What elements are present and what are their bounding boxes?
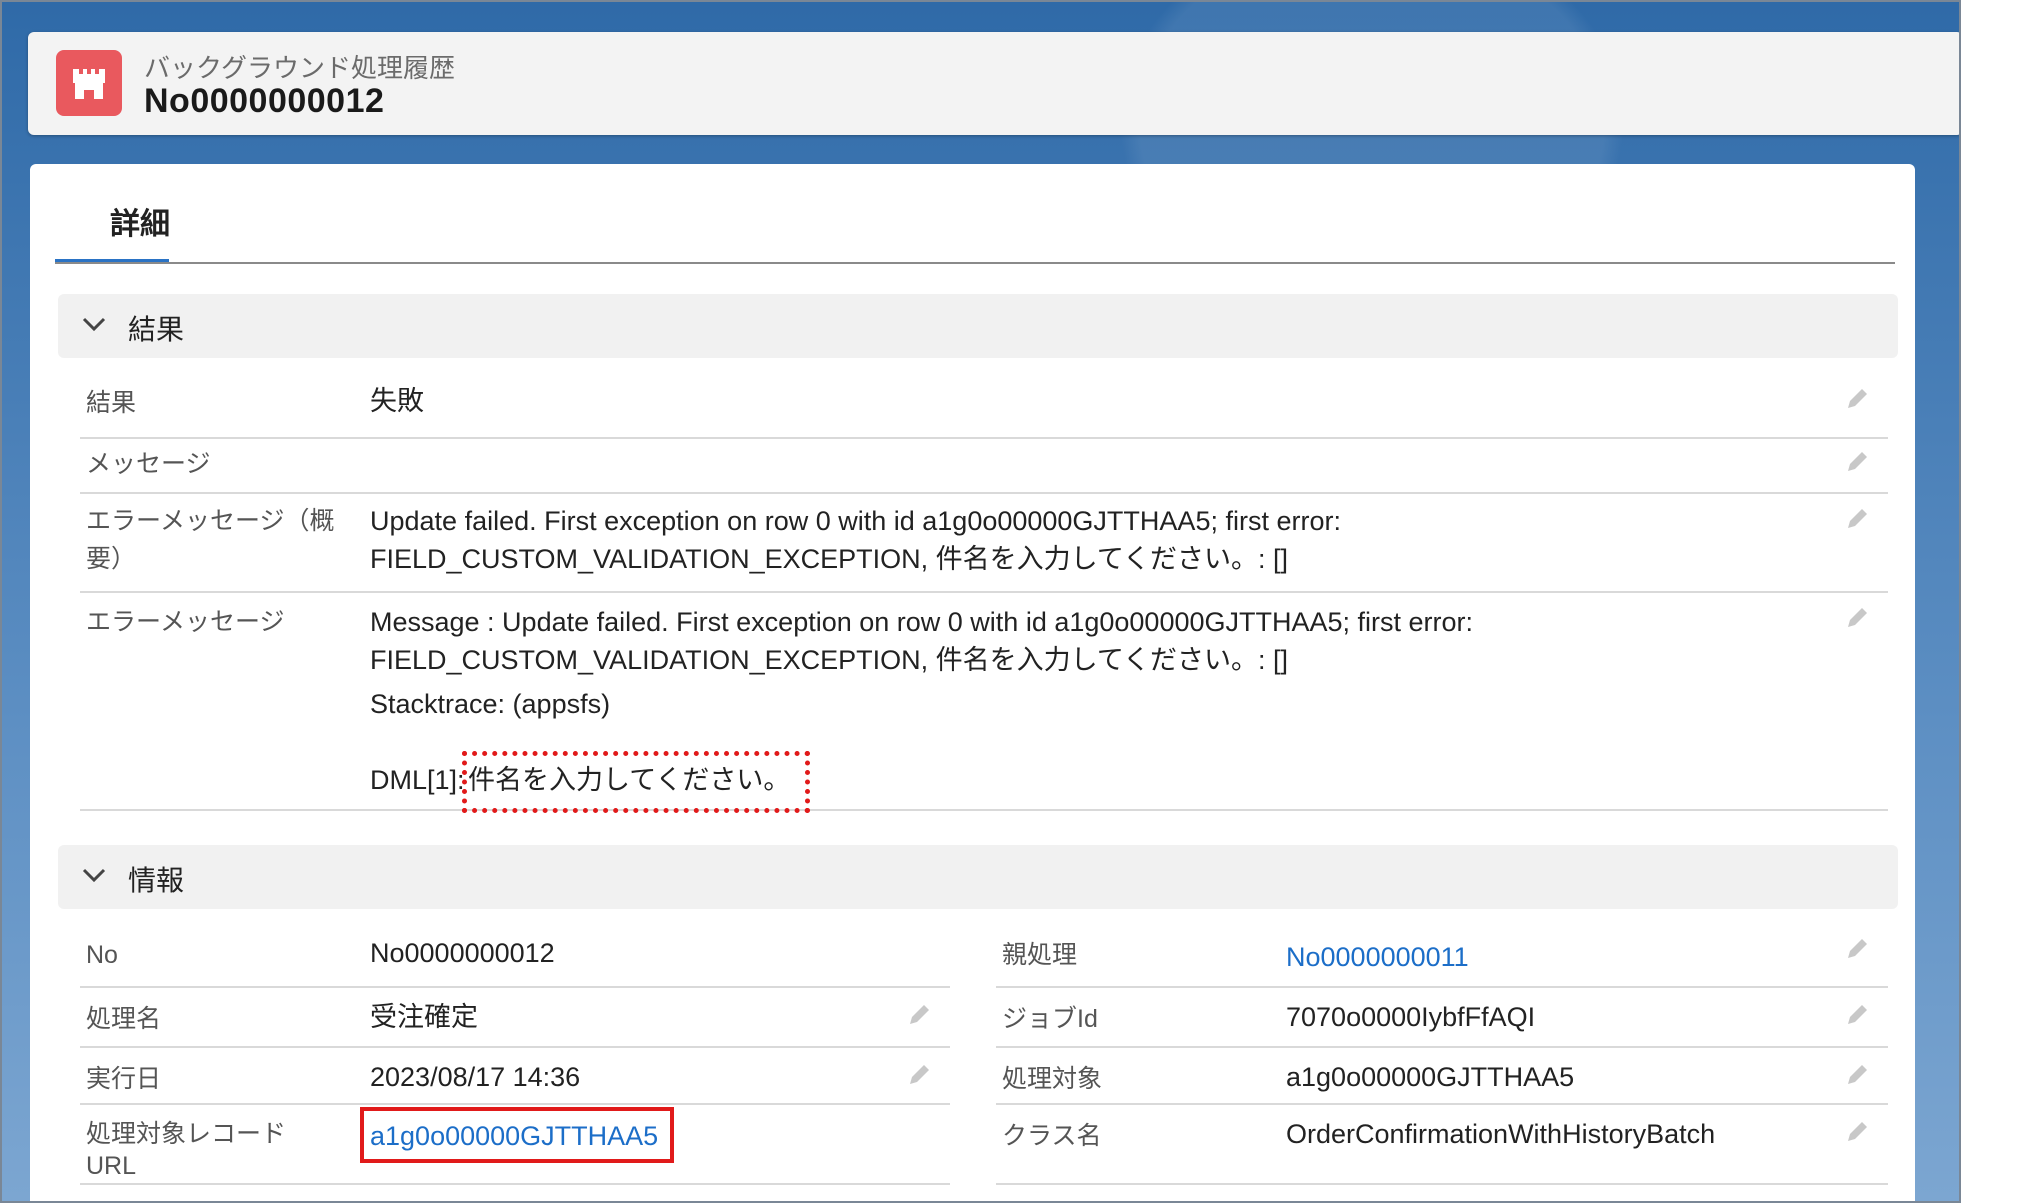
field-label: 親処理 bbox=[1002, 941, 1078, 969]
pencil-icon[interactable] bbox=[1844, 506, 1870, 532]
field-label: 結果 bbox=[86, 389, 137, 417]
field-row-target-record-url: 処理対象レコード URL a1g0o00000GJTTHAA5 bbox=[80, 1105, 950, 1185]
field-value: 7070o0000IybfFfAQI bbox=[1286, 1002, 1536, 1032]
pencil-icon[interactable] bbox=[1844, 1062, 1870, 1088]
field-row-error-summary: エラーメッセージ（概 要） Update failed. First excep… bbox=[80, 494, 1888, 593]
field-label: クラス名 bbox=[1002, 1122, 1102, 1150]
highlight-red-box bbox=[360, 1107, 674, 1163]
field-value: a1g0o00000GJTTHAA5 bbox=[1286, 1062, 1575, 1092]
field-row-error-message: エラーメッセージ Message : Update failed. First … bbox=[80, 593, 1888, 813]
field-label: 実行日 bbox=[86, 1065, 162, 1093]
pencil-icon[interactable] bbox=[1844, 386, 1870, 412]
record-title: No0000000012 bbox=[144, 82, 385, 120]
field-label: No bbox=[86, 941, 118, 969]
field-value: 2023/08/17 14:36 bbox=[370, 1062, 581, 1092]
field-label: 処理対象 bbox=[1002, 1065, 1103, 1093]
field-label: ジョブId bbox=[1002, 1005, 1098, 1033]
field-value: 失敗 bbox=[370, 386, 424, 416]
section-header-info[interactable]: 情報 bbox=[58, 845, 1898, 909]
field-value: No0000000012 bbox=[370, 938, 555, 968]
field-value: 受注確定 bbox=[370, 1002, 478, 1032]
tab-details[interactable]: 詳細 bbox=[82, 199, 196, 243]
section-title: 情報 bbox=[128, 865, 185, 896]
field-label: エラーメッセージ bbox=[86, 608, 285, 636]
section-header-result[interactable]: 結果 bbox=[58, 294, 1898, 358]
castle-icon bbox=[56, 50, 122, 116]
pencil-icon[interactable] bbox=[906, 1002, 932, 1028]
pencil-icon[interactable] bbox=[1844, 605, 1870, 631]
field-value-line2: FIELD_CUSTOM_VALIDATION_EXCEPTION, 件名を入力… bbox=[370, 544, 1289, 574]
field-row-target: 処理対象 a1g0o00000GJTTHAA5 bbox=[996, 1048, 1888, 1105]
field-row-no: No No0000000012 bbox=[80, 924, 950, 988]
field-row-result: 結果 失敗 bbox=[80, 374, 1888, 439]
parent-process-link[interactable]: No0000000011 bbox=[1286, 938, 1469, 976]
field-label: メッセージ bbox=[86, 450, 211, 478]
pencil-icon[interactable] bbox=[1844, 936, 1870, 962]
field-row-message: メッセージ bbox=[80, 439, 1888, 494]
detail-card: 詳細 結果 結果 失敗 メッセージ エラーメッセージ（概 要） Update f… bbox=[30, 164, 1915, 1201]
pencil-icon[interactable] bbox=[1844, 1119, 1870, 1145]
pencil-icon[interactable] bbox=[906, 1062, 932, 1088]
app-window: バックグラウンド処理履歴 No0000000012 詳細 結果 結果 失敗 メッ… bbox=[0, 0, 1961, 1203]
record-header: バックグラウンド処理履歴 No0000000012 bbox=[28, 32, 1959, 135]
tab-bar-divider bbox=[55, 262, 1895, 264]
section-title: 結果 bbox=[128, 314, 185, 345]
field-label: 処理名 bbox=[86, 1005, 162, 1033]
highlight-dotted-box bbox=[462, 751, 810, 813]
object-label: バックグラウンド処理履歴 bbox=[144, 53, 455, 83]
field-value-line1: Update failed. First exception on row 0 … bbox=[370, 506, 1341, 536]
chevron-down-icon bbox=[82, 868, 106, 883]
field-row-process-name: 処理名 受注確定 bbox=[80, 988, 950, 1048]
field-value-line4-prefix: DML[1]: bbox=[370, 765, 465, 795]
field-row-job-id: ジョブId 7070o0000IybfFfAQI bbox=[996, 988, 1888, 1048]
field-value-line1: Message : Update failed. First exception… bbox=[370, 607, 1474, 637]
field-value-line3: Stacktrace: (appsfs) bbox=[370, 689, 611, 719]
field-value-line2: FIELD_CUSTOM_VALIDATION_EXCEPTION, 件名を入力… bbox=[370, 645, 1289, 675]
field-row-parent-process: 親処理 No0000000011 bbox=[996, 924, 1888, 988]
pencil-icon[interactable] bbox=[1844, 449, 1870, 475]
field-row-exec-date: 実行日 2023/08/17 14:36 bbox=[80, 1048, 950, 1105]
chevron-down-icon bbox=[82, 317, 106, 332]
field-row-class-name: クラス名 OrderConfirmationWithHistoryBatch bbox=[996, 1105, 1888, 1185]
field-label-line2: 要） bbox=[86, 545, 137, 573]
field-value: OrderConfirmationWithHistoryBatch bbox=[1286, 1119, 1716, 1149]
field-label-line2: URL bbox=[86, 1152, 137, 1180]
field-label-line1: エラーメッセージ（概 bbox=[86, 507, 335, 535]
pencil-icon[interactable] bbox=[1844, 1002, 1870, 1028]
